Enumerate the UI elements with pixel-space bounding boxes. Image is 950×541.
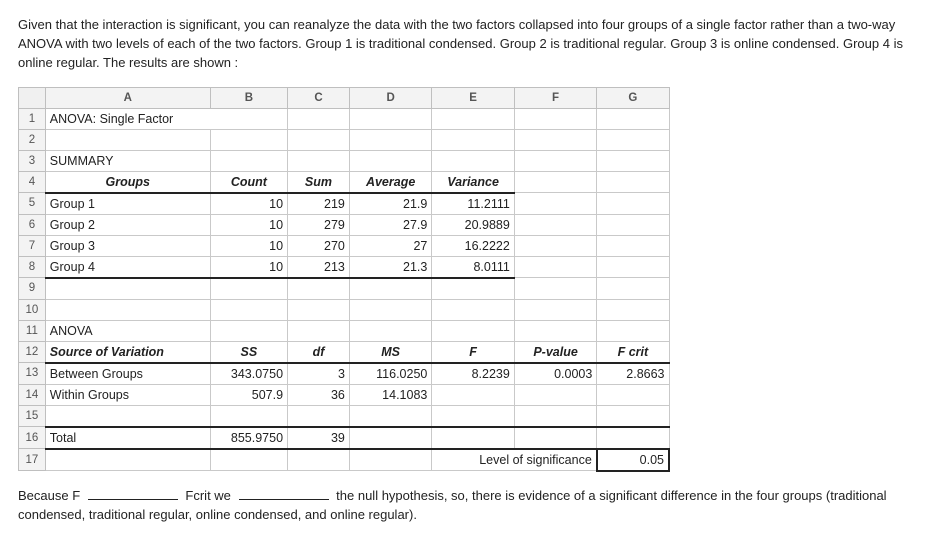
intro-text: Given that the interaction is significan…: [18, 16, 932, 73]
row-17[interactable]: 17: [19, 449, 46, 471]
cell-B6[interactable]: 10: [210, 214, 287, 235]
row-8[interactable]: 8: [19, 256, 46, 278]
row-4[interactable]: 4: [19, 171, 46, 193]
cell-B7[interactable]: 10: [210, 235, 287, 256]
q-part-1: Because F: [18, 488, 80, 503]
col-header-row: A B C D E F G: [19, 87, 670, 108]
cell-A5[interactable]: Group 1: [45, 193, 210, 215]
cell-G12[interactable]: F crit: [597, 341, 669, 363]
cell-D5[interactable]: 21.9: [349, 193, 431, 215]
blank-1[interactable]: [88, 487, 178, 500]
row-14[interactable]: 14: [19, 384, 46, 405]
col-D[interactable]: D: [349, 87, 431, 108]
cell-C14[interactable]: 36: [288, 384, 350, 405]
col-G[interactable]: G: [597, 87, 669, 108]
cell-B4[interactable]: Count: [210, 171, 287, 193]
cell-E17-label[interactable]: Level of significance: [432, 449, 597, 471]
cell-C6[interactable]: 279: [288, 214, 350, 235]
cell-A4[interactable]: Groups: [45, 171, 210, 193]
row-15[interactable]: 15: [19, 405, 46, 427]
cell-E13[interactable]: 8.2239: [432, 363, 514, 385]
col-C[interactable]: C: [288, 87, 350, 108]
cell-D8[interactable]: 21.3: [349, 256, 431, 278]
corner-cell[interactable]: [19, 87, 46, 108]
cell-D4[interactable]: Average: [349, 171, 431, 193]
cell-D12[interactable]: MS: [349, 341, 431, 363]
row-10[interactable]: 10: [19, 299, 46, 320]
cell-G17[interactable]: 0.05: [597, 449, 669, 471]
row-9[interactable]: 9: [19, 278, 46, 300]
row-1[interactable]: 1: [19, 108, 46, 129]
col-F[interactable]: F: [514, 87, 596, 108]
cell-D13[interactable]: 116.0250: [349, 363, 431, 385]
cell-B5[interactable]: 10: [210, 193, 287, 215]
cell-A7[interactable]: Group 3: [45, 235, 210, 256]
col-E[interactable]: E: [432, 87, 514, 108]
row-13[interactable]: 13: [19, 363, 46, 385]
col-B[interactable]: B: [210, 87, 287, 108]
cell-E6[interactable]: 20.9889: [432, 214, 514, 235]
cell-A14[interactable]: Within Groups: [45, 384, 210, 405]
cell-D6[interactable]: 27.9: [349, 214, 431, 235]
cell-A1[interactable]: ANOVA: Single Factor: [45, 108, 287, 129]
cell-G13[interactable]: 2.8663: [597, 363, 669, 385]
blank-2[interactable]: [239, 487, 329, 500]
cell-B14[interactable]: 507.9: [210, 384, 287, 405]
spreadsheet: A B C D E F G 1 ANOVA: Single Factor 2 3…: [18, 87, 670, 472]
row-5[interactable]: 5: [19, 193, 46, 215]
cell-E12[interactable]: F: [432, 341, 514, 363]
cell-B8[interactable]: 10: [210, 256, 287, 278]
cell-E5[interactable]: 11.2111: [432, 193, 514, 215]
cell-F12[interactable]: P-value: [514, 341, 596, 363]
cell-B16[interactable]: 855.9750: [210, 427, 287, 449]
cell-C8[interactable]: 213: [288, 256, 350, 278]
cell-A13[interactable]: Between Groups: [45, 363, 210, 385]
cell-C13[interactable]: 3: [288, 363, 350, 385]
cell-E4[interactable]: Variance: [432, 171, 514, 193]
cell-E7[interactable]: 16.2222: [432, 235, 514, 256]
cell-A3[interactable]: SUMMARY: [45, 150, 210, 171]
cell-E8[interactable]: 8.0111: [432, 256, 514, 278]
row-12[interactable]: 12: [19, 341, 46, 363]
cell-C16[interactable]: 39: [288, 427, 350, 449]
col-A[interactable]: A: [45, 87, 210, 108]
cell-C12[interactable]: df: [288, 341, 350, 363]
cell-C5[interactable]: 219: [288, 193, 350, 215]
cell-C7[interactable]: 270: [288, 235, 350, 256]
row-7[interactable]: 7: [19, 235, 46, 256]
cell-B13[interactable]: 343.0750: [210, 363, 287, 385]
row-11[interactable]: 11: [19, 320, 46, 341]
cell-B12[interactable]: SS: [210, 341, 287, 363]
cell-A12[interactable]: Source of Variation: [45, 341, 210, 363]
cell-D7[interactable]: 27: [349, 235, 431, 256]
cell-A11[interactable]: ANOVA: [45, 320, 210, 341]
q-part-2: Fcrit we: [185, 488, 231, 503]
row-3[interactable]: 3: [19, 150, 46, 171]
row-2[interactable]: 2: [19, 129, 46, 150]
row-16[interactable]: 16: [19, 427, 46, 449]
fill-in-question: Because F Fcrit we the null hypothesis, …: [18, 486, 932, 525]
cell-A16[interactable]: Total: [45, 427, 210, 449]
cell-A6[interactable]: Group 2: [45, 214, 210, 235]
cell-C4[interactable]: Sum: [288, 171, 350, 193]
cell-A8[interactable]: Group 4: [45, 256, 210, 278]
row-6[interactable]: 6: [19, 214, 46, 235]
cell-F13[interactable]: 0.0003: [514, 363, 596, 385]
cell-D14[interactable]: 14.1083: [349, 384, 431, 405]
